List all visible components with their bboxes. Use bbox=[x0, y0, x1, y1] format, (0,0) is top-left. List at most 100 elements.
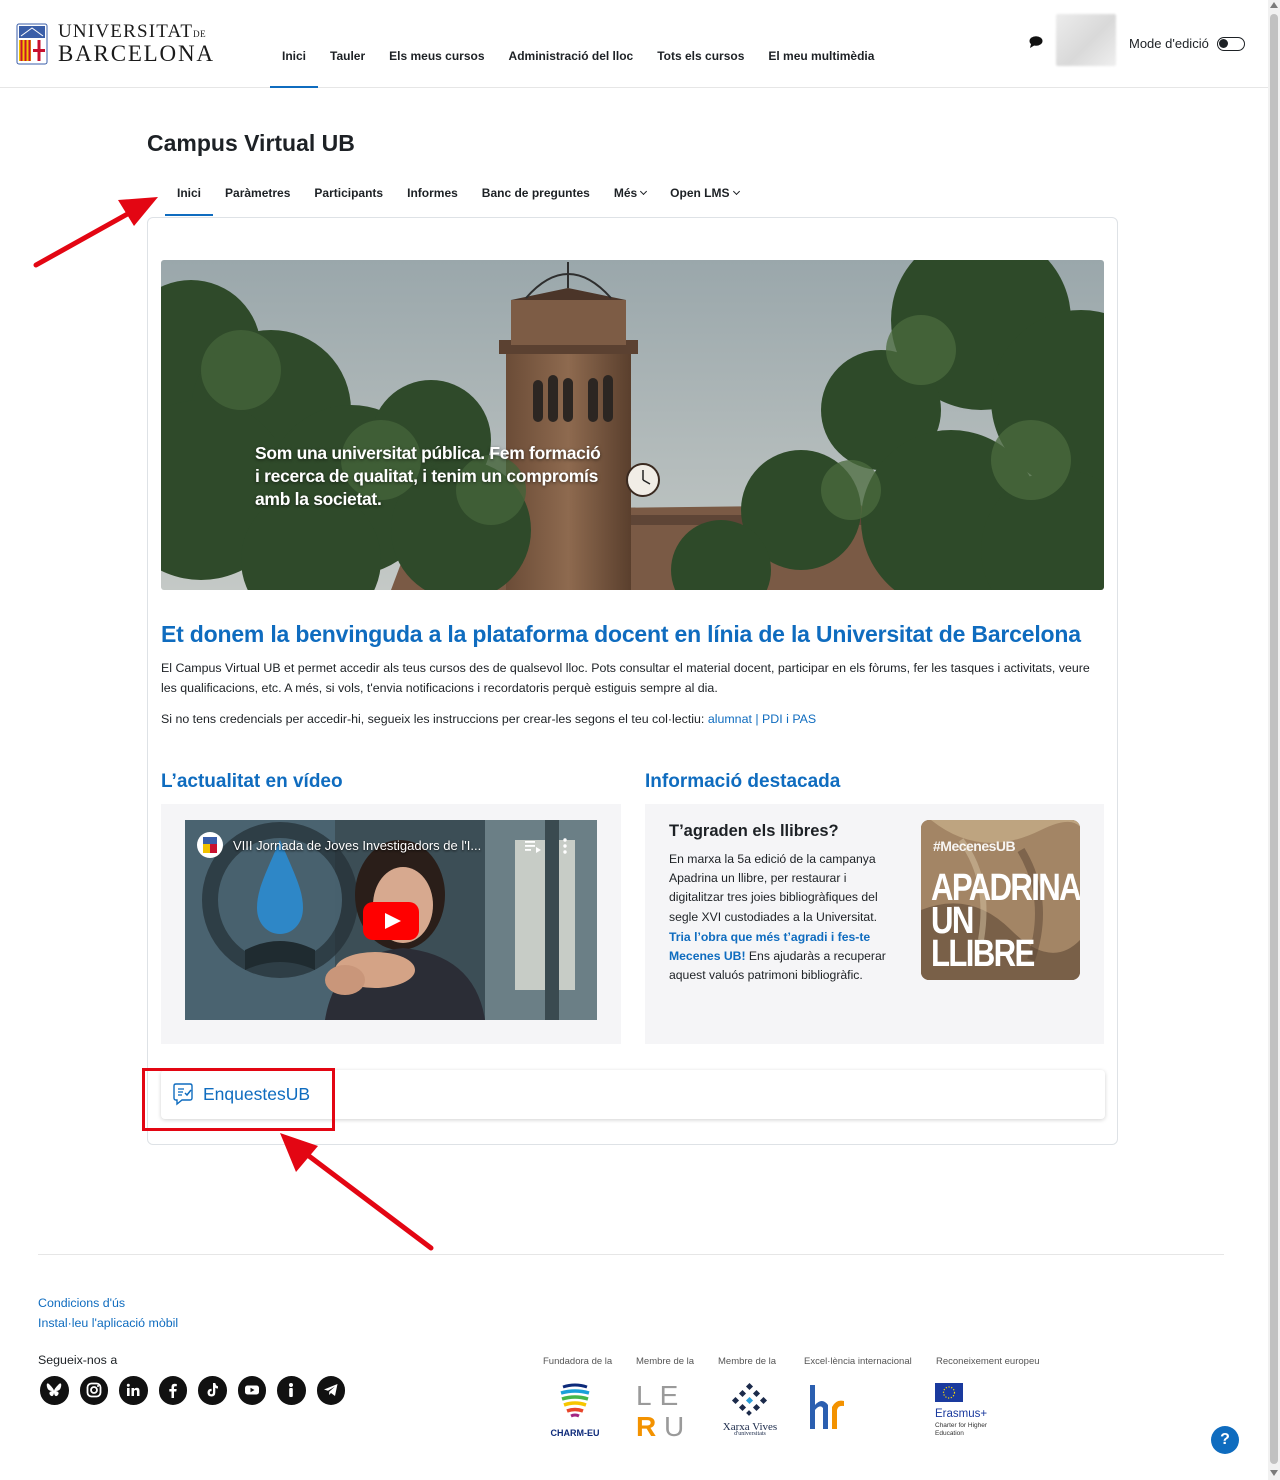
tab-parametres-label: Paràmetres bbox=[225, 186, 291, 200]
top-navbar: UNIVERSITATDE BARCELONA Inici Tauler Els… bbox=[0, 0, 1268, 88]
nav-item-tots-els-cursos[interactable]: Tots els cursos bbox=[645, 0, 756, 88]
svg-text:U: U bbox=[664, 1411, 684, 1438]
primary-nav: Inici Tauler Els meus cursos Administrac… bbox=[270, 0, 886, 88]
arrow-to-enquestes bbox=[280, 1133, 434, 1251]
xarxa-vives-logo[interactable]: Xarxa Vives d'universitats bbox=[716, 1382, 784, 1438]
ub-shield-icon bbox=[16, 23, 48, 64]
hero-banner: Som una universitat pública. Fem formaci… bbox=[161, 260, 1104, 590]
toggle-switch[interactable] bbox=[1216, 36, 1245, 51]
nav-item-els-meus-cursos[interactable]: Els meus cursos bbox=[377, 0, 496, 88]
info-body: En marxa la 5a edició de la campanya Apa… bbox=[669, 850, 901, 985]
nav-item-tauler[interactable]: Tauler bbox=[318, 0, 377, 88]
mobile-app-link[interactable]: Instal·leu l'aplicació mòbil bbox=[38, 1314, 178, 1334]
tab-informes[interactable]: Informes bbox=[395, 170, 470, 216]
tab-inici[interactable]: Inici bbox=[165, 170, 214, 216]
nav-item-administracio[interactable]: Administració del lloc bbox=[497, 0, 646, 88]
nav-item-inici[interactable]: Inici bbox=[270, 0, 319, 88]
logo-wordmark: UNIVERSITATDE BARCELONA bbox=[58, 22, 215, 65]
partner-label-erasmus: Reconeixement europeu bbox=[936, 1356, 1040, 1367]
youtube-play-icon[interactable] bbox=[363, 902, 419, 940]
tab-banc-label: Banc de preguntes bbox=[481, 186, 590, 200]
logo-line1: UNIVERSITAT bbox=[58, 21, 194, 42]
tab-mes-label: Més bbox=[613, 186, 638, 200]
svg-text:LE: LE bbox=[636, 1380, 686, 1411]
tab-mes[interactable]: Més bbox=[602, 170, 658, 216]
tiktok-icon[interactable] bbox=[198, 1376, 227, 1405]
telegram-icon[interactable] bbox=[316, 1376, 345, 1405]
tab-participants-label: Participants bbox=[314, 186, 384, 200]
linkedin-icon[interactable] bbox=[119, 1376, 148, 1405]
charm-eu-logo[interactable]: CHARM-EU bbox=[545, 1383, 605, 1438]
page-scrollbar[interactable] bbox=[1268, 0, 1280, 1480]
add-to-queue-icon[interactable] bbox=[525, 840, 541, 854]
book-hashtag: #MecenesUB bbox=[933, 838, 1016, 854]
edit-mode-toggle[interactable]: Mode d'edició bbox=[1129, 36, 1245, 51]
partner-label-charm: Fundadora de la bbox=[543, 1356, 613, 1367]
xarxa-vives-mark bbox=[731, 1382, 768, 1416]
hero-tagline: Som una universitat pública. Fem formaci… bbox=[255, 443, 601, 509]
video-player[interactable]: VIII Jornada de Joves Investigadors de l… bbox=[185, 820, 597, 1020]
chevron-down-icon bbox=[732, 187, 740, 196]
university-logo[interactable]: UNIVERSITATDE BARCELONA bbox=[16, 22, 215, 65]
tab-informes-label: Informes bbox=[407, 186, 458, 200]
bluesky-icon[interactable] bbox=[40, 1376, 69, 1405]
youtube-icon[interactable] bbox=[237, 1376, 266, 1405]
welcome-paragraph: El Campus Virtual UB et permet accedir a… bbox=[161, 661, 1090, 695]
logo-line2: BARCELONA bbox=[58, 41, 215, 66]
channel-avatar-icon[interactable] bbox=[197, 832, 223, 858]
students-link[interactable]: alumnat bbox=[708, 712, 752, 726]
info-cta: Tria l’obra que més t’agradi i fes-te Me… bbox=[669, 928, 901, 986]
terms-link[interactable]: Condicions d'ús bbox=[38, 1294, 178, 1314]
welcome-title: Et donem la benvinguda a la plataforma d… bbox=[161, 621, 1081, 647]
social-links bbox=[40, 1376, 345, 1405]
user-avatar[interactable] bbox=[1056, 14, 1116, 66]
credentials-text: Si no tens credencials per accedir-hi, s… bbox=[161, 712, 708, 726]
erasmus-logo[interactable]: Erasmus+ Charter for Higher Education bbox=[935, 1383, 1007, 1439]
tab-parametres[interactable]: Paràmetres bbox=[213, 170, 302, 216]
erasmus-name: Erasmus+ bbox=[935, 1408, 988, 1420]
svg-text:R: R bbox=[636, 1411, 656, 1438]
staff-link[interactable]: PDI i PAS bbox=[762, 712, 816, 726]
partner-label-leru: Membre de la bbox=[636, 1356, 695, 1367]
more-options-icon[interactable] bbox=[563, 838, 567, 854]
scroll-up-arrow-icon[interactable] bbox=[1270, 2, 1278, 8]
hero-image bbox=[161, 260, 1104, 590]
arrow-to-inici-tab bbox=[33, 197, 158, 268]
info-text: En marxa la 5a edició de la campanya Apa… bbox=[669, 852, 878, 924]
scroll-thumb[interactable] bbox=[1270, 14, 1278, 1464]
scroll-down-arrow-icon[interactable] bbox=[1270, 1470, 1278, 1476]
nav-item-multimedia[interactable]: El meu multimèdia bbox=[756, 0, 886, 88]
footer-divider bbox=[38, 1254, 1224, 1255]
leru-logo[interactable]: LE R U bbox=[636, 1380, 692, 1442]
hr-excellence-logo[interactable] bbox=[808, 1383, 850, 1433]
chat-bubble-icon[interactable] bbox=[1028, 35, 1044, 49]
footer-links: Condicions d'ús Instal·leu l'aplicació m… bbox=[38, 1294, 178, 1333]
page-title: Campus Virtual UB bbox=[147, 130, 355, 156]
edit-mode-label: Mode d'edició bbox=[1129, 36, 1209, 51]
link-separator: | bbox=[751, 712, 763, 726]
highlight-box bbox=[142, 1068, 335, 1131]
apadrina-llibre-image[interactable]: #MecenesUB APADRINA UN LLIBRE bbox=[921, 820, 1080, 980]
secondary-nav: Inici Paràmetres Participants Informes B… bbox=[165, 170, 751, 216]
logo-line1-small: DE bbox=[193, 29, 207, 39]
charm-eu-name: CHARM-EU bbox=[550, 1428, 600, 1438]
facebook-icon[interactable] bbox=[158, 1376, 187, 1405]
help-button[interactable]: ? bbox=[1211, 1426, 1239, 1454]
tab-inici-label: Inici bbox=[177, 186, 202, 200]
charm-eu-logo-mark bbox=[560, 1383, 590, 1418]
tab-open-lms-label: Open LMS bbox=[670, 186, 730, 200]
erasmus-sub: Charter for Higher Education bbox=[935, 1422, 988, 1437]
leru-logo-mark: LE R U bbox=[636, 1380, 686, 1442]
credentials-paragraph: Si no tens credencials per accedir-hi, s… bbox=[161, 710, 1105, 730]
chevron-down-icon bbox=[640, 187, 648, 196]
video-title[interactable]: VIII Jornada de Joves Investigadors de l… bbox=[233, 838, 481, 853]
instagram-icon[interactable] bbox=[79, 1376, 108, 1405]
info-section-title: Informació destacada bbox=[645, 771, 841, 792]
info-heading: T’agraden els llibres? bbox=[669, 822, 839, 840]
tab-participants[interactable]: Participants bbox=[302, 170, 395, 216]
hr-logo-mark bbox=[810, 1385, 844, 1429]
tab-open-lms[interactable]: Open LMS bbox=[658, 170, 750, 216]
eu-flag-icon bbox=[935, 1383, 963, 1402]
info-icon[interactable] bbox=[277, 1376, 306, 1405]
tab-banc-de-preguntes[interactable]: Banc de preguntes bbox=[470, 170, 602, 216]
